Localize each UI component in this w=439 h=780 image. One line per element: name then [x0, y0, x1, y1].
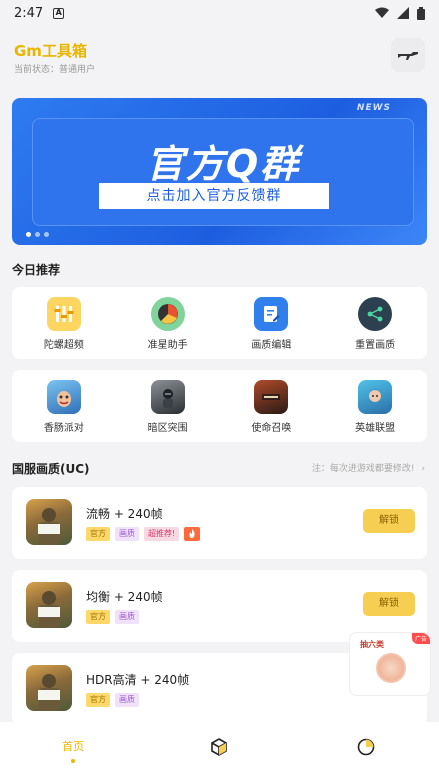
league-of-legends-game-icon: [358, 380, 393, 414]
tag-quality: 画质: [115, 693, 139, 707]
games-grid: 香肠派对 暗区突围 使命召唤 英雄联盟: [12, 370, 427, 442]
document-edit-icon: [254, 297, 289, 331]
app-header: Gm工具箱 当前状态：普通用户: [0, 26, 439, 88]
battery-icon: [417, 6, 425, 20]
preset-tags: 官方 画质: [86, 610, 139, 624]
banner-panel: 官方Q群 点击加入官方反馈群: [32, 118, 414, 226]
pubg-thumbnail: [26, 499, 72, 545]
tab-home[interactable]: 首页: [0, 722, 146, 780]
game-label: 使命召唤: [251, 423, 292, 434]
tab-box[interactable]: [146, 722, 292, 780]
sim-icon: A: [53, 7, 65, 19]
tag-recommended: 超推荐!: [144, 527, 180, 541]
unlock-button[interactable]: 解锁: [363, 509, 415, 533]
tab-stats[interactable]: [293, 722, 439, 780]
fire-icon: [184, 527, 201, 541]
wifi-icon: [375, 7, 389, 18]
tool-label: 陀螺超频: [43, 340, 84, 351]
pubg-thumbnail: [26, 582, 72, 628]
sausage-party-game-icon: [46, 380, 81, 414]
game-item-call-of-duty[interactable]: 使命召唤: [220, 370, 324, 442]
game-item-sausage-party[interactable]: 香肠派对: [12, 370, 116, 442]
uc-section-note[interactable]: 注：每次进游戏都要修改! ›: [312, 461, 425, 474]
ad-badge: 广告: [411, 633, 430, 644]
preset-card: 流畅 + 240帧 官方 画质 超推荐! 解锁: [12, 487, 427, 559]
banner-headline: 官方Q群: [145, 142, 301, 186]
ad-title: 抽六类: [360, 640, 384, 649]
tool-label: 画质编辑: [251, 340, 292, 351]
tools-grid: 陀螺超频 准星助手 画质编辑 重置画质: [12, 287, 427, 359]
game-label: 暗区突围: [147, 423, 188, 434]
preset-name: 均衡 + 240帧: [86, 590, 163, 604]
tuning-sliders-icon: [46, 297, 81, 331]
qq-group-banner[interactable]: NEWS 官方Q群 点击加入官方反馈群: [12, 98, 427, 245]
tool-label: 准星助手: [147, 340, 188, 351]
preset-name: HDR高清 + 240帧: [86, 673, 190, 687]
preset-tags: 官方 画质: [86, 693, 139, 707]
tag-official: 官方: [86, 610, 110, 624]
game-item-arena-breakout[interactable]: 暗区突围: [116, 370, 220, 442]
chevron-right-icon: ›: [421, 464, 425, 474]
call-of-duty-game-icon: [254, 380, 289, 414]
crosshair-pie-icon: [150, 297, 185, 331]
status-time: 2:47: [14, 5, 44, 21]
today-section-title: 今日推荐: [12, 263, 61, 277]
tool-item-quality-edit[interactable]: 画质编辑: [220, 287, 324, 359]
cube-box-icon: [211, 738, 228, 756]
floating-ad[interactable]: 抽六类 广告: [349, 632, 431, 696]
news-badge: NEWS: [356, 103, 391, 113]
bottom-tab-bar: 首页: [0, 722, 439, 780]
rifle-button[interactable]: [391, 38, 425, 72]
unlock-button[interactable]: 解锁: [363, 592, 415, 616]
coin-icon: [376, 653, 406, 683]
status-bar: 2:47 A: [0, 0, 439, 26]
cell-signal-icon: [397, 7, 409, 19]
preset-name: 流畅 + 240帧: [86, 507, 163, 521]
tool-item-crosshair[interactable]: 准星助手: [116, 287, 220, 359]
rifle-icon: [398, 52, 418, 60]
pager-dot: [44, 232, 49, 237]
tool-label: 重置画质: [355, 340, 396, 351]
tag-quality: 画质: [115, 527, 139, 541]
tag-quality: 画质: [115, 610, 139, 624]
game-item-lol[interactable]: 英雄联盟: [323, 370, 427, 442]
pie-chart-icon: [357, 738, 375, 756]
pager-dot: [35, 232, 40, 237]
share-node-icon: [358, 297, 393, 331]
pager-dot: [26, 232, 31, 237]
pubg-thumbnail: [26, 665, 72, 711]
tool-item-gyro[interactable]: 陀螺超频: [12, 287, 116, 359]
join-group-button[interactable]: 点击加入官方反馈群: [99, 183, 329, 209]
game-label: 香肠派对: [43, 423, 84, 434]
game-label: 英雄联盟: [355, 423, 396, 434]
active-indicator: [71, 759, 76, 763]
preset-tags: 官方 画质 超推荐!: [86, 527, 201, 541]
tab-home-label: 首页: [62, 740, 85, 753]
user-status: 当前状态：普通用户: [14, 65, 96, 75]
note-text: 注：每次进游戏都要修改!: [311, 464, 415, 474]
arena-breakout-game-icon: [150, 380, 185, 414]
uc-section-title: 国服画质(UC): [12, 462, 90, 476]
tag-official: 官方: [86, 527, 110, 541]
tag-official: 官方: [86, 693, 110, 707]
app-title: Gm工具箱: [14, 42, 87, 60]
banner-pager: [26, 232, 49, 237]
tool-item-reset-quality[interactable]: 重置画质: [323, 287, 427, 359]
